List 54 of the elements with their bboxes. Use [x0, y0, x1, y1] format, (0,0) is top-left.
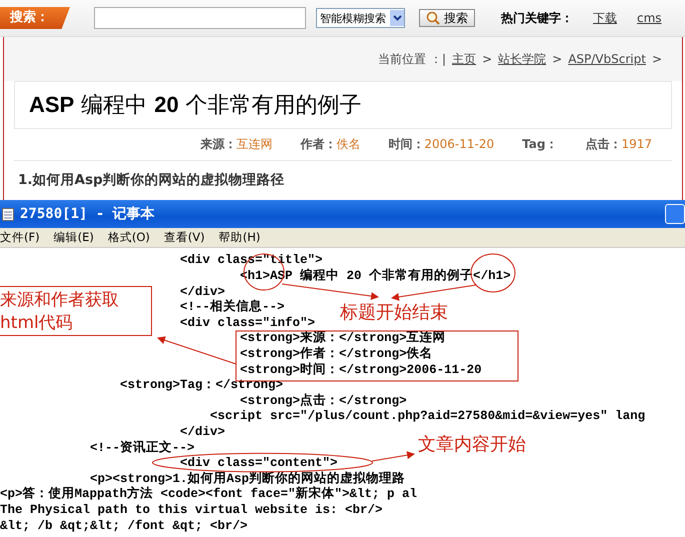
- code-line: </div>: [180, 426, 226, 438]
- window-title: 27580[1] - 记事本: [20, 205, 155, 223]
- search-icon: [426, 11, 440, 25]
- menu-item[interactable]: 文件(F): [0, 230, 40, 245]
- search-field[interactable]: [94, 7, 306, 29]
- code-line: <div class="content">: [180, 457, 338, 470]
- search-mode-dropdown[interactable]: 智能模糊搜索: [316, 8, 405, 28]
- breadcrumb-label: 当前位置 ：|: [378, 50, 446, 68]
- code-line: <!--资讯正文-->: [90, 442, 195, 454]
- chevron-down-icon: [392, 15, 402, 21]
- code-line: <!--相关信息-->: [180, 301, 285, 314]
- breadcrumb-separator: >: [482, 52, 492, 66]
- code-line: <strong>时间：</strong>2006-11-20: [240, 364, 482, 376]
- notepad-icon: [2, 207, 14, 221]
- keyword-link[interactable]: 下载: [593, 10, 617, 26]
- code-line: <div class="info">: [180, 316, 316, 330]
- code-line: <script src="/plus/count.php?aid=27580&mid=&view=yes" lang: [210, 410, 646, 423]
- annotation-label: 文章内容开始: [418, 433, 526, 456]
- breadcrumb-separator: >: [652, 52, 662, 66]
- meta-label: 点击：: [585, 137, 622, 151]
- menu-item[interactable]: 编辑(E): [54, 230, 94, 245]
- code-line: <p>答：使用Mappath方法 <code><font face="新宋体">&lt; p al: [0, 488, 418, 501]
- meta-label: 时间：: [388, 137, 424, 151]
- meta-value: 佚名: [336, 137, 360, 151]
- menu-item[interactable]: 格式(O): [108, 230, 150, 245]
- breadcrumb-link[interactable]: 站长学院: [498, 50, 546, 68]
- code-line: <strong>Tag：</strong>: [120, 379, 284, 392]
- meta-label: 作者：: [300, 137, 336, 151]
- menu-item[interactable]: 查看(V): [164, 230, 205, 245]
- breadcrumb-link[interactable]: 主页: [452, 50, 476, 68]
- keyword-link[interactable]: cms: [637, 11, 662, 25]
- breadcrumb-link[interactable]: ASP/VbScript: [568, 52, 646, 66]
- breadcrumb-separator: >: [552, 52, 562, 66]
- hot-keywords-label: 热门关键字：: [501, 10, 573, 26]
- meta-value: 1917: [621, 137, 652, 151]
- code-line: The Physical path to this virtual website is: <br/>: [0, 504, 383, 516]
- section-heading: 1.如何用Asp判断你的网站的虚拟物理路径: [17, 171, 286, 190]
- annotation-label: 标题开始结束: [340, 301, 448, 324]
- annotation-arrow: [372, 451, 415, 462]
- code-line: </div>: [180, 286, 226, 298]
- meta-value: 2006-11-20: [424, 137, 494, 151]
- search-label: 搜索：: [0, 7, 70, 29]
- code-line: <p><strong>1.如何用Asp判断你的网站的虚拟物理路: [90, 472, 406, 486]
- search-button[interactable]: 搜索: [419, 9, 475, 27]
- annotation-note: 来源和作者获取 html代码: [0, 286, 152, 336]
- code-line: <strong>作者：</strong>佚名: [240, 348, 433, 361]
- meta-label: Tag：: [522, 137, 558, 151]
- menu-item[interactable]: 帮助(H): [218, 230, 260, 245]
- code-line: &lt; /b &qt;&lt; /font &qt; <br/>: [0, 520, 248, 532]
- meta-label: 来源：: [200, 137, 236, 151]
- meta-value: 互连网: [236, 137, 272, 151]
- code-line: <strong>点击：</strong>: [240, 394, 407, 408]
- maximize-button[interactable]: [665, 204, 685, 224]
- article-title: ASP 编程中 20 个非常有用的例子: [14, 81, 672, 128]
